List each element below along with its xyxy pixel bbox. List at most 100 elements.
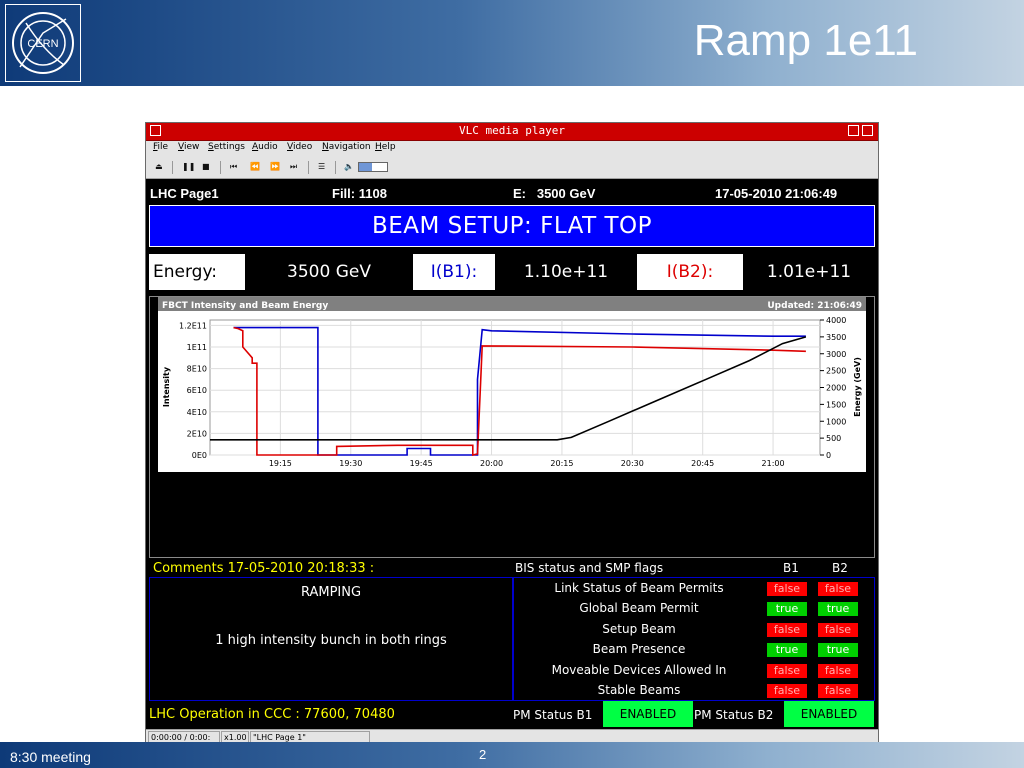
beam-mode-banner: BEAM SETUP: FLAT TOP bbox=[149, 205, 875, 247]
slide-header: CERN Ramp 1e11 bbox=[0, 0, 1024, 86]
skip-back-icon[interactable]: ⏮ bbox=[230, 162, 237, 172]
menu-video[interactable]: Video bbox=[287, 142, 312, 152]
page-number: 2 bbox=[479, 747, 487, 762]
menu-audio[interactable]: Audio bbox=[252, 142, 278, 152]
y2-axis-label: Energy (GeV) bbox=[853, 357, 862, 417]
y2-tick-label: 2000 bbox=[826, 384, 846, 393]
volume-slider[interactable] bbox=[358, 162, 388, 172]
flag-label: Setup Beam bbox=[602, 622, 676, 636]
y-tick-label: 2E10 bbox=[187, 429, 207, 438]
b1-header: B1 bbox=[783, 561, 799, 575]
flag-label: Link Status of Beam Permits bbox=[554, 581, 724, 595]
menu-file[interactable]: File bbox=[153, 142, 168, 152]
volume-icon[interactable]: 🔈 bbox=[344, 162, 354, 172]
y-axis-label: Intensity bbox=[162, 366, 171, 407]
energy-label: Energy: bbox=[149, 254, 245, 290]
ib1-label: I(B1): bbox=[413, 254, 495, 290]
menu-navigation[interactable]: Navigation bbox=[322, 142, 371, 152]
pm-b2-label: PM Status B2 bbox=[694, 708, 774, 722]
window-title: VLC media player bbox=[459, 124, 565, 137]
slide-title: Ramp 1e11 bbox=[693, 16, 918, 65]
flag-b1: true bbox=[767, 643, 807, 657]
toolbar: ⏏ ❚❚ ■ ⏮ ⏪ ⏩ ⏭ ☰ 🔈 bbox=[146, 157, 878, 179]
pm-b1-label: PM Status B1 bbox=[513, 708, 593, 722]
slide-footer: 8:30 meeting 2 bbox=[0, 742, 1024, 768]
comment-text: 1 high intensity bunch in both rings bbox=[215, 633, 447, 648]
beam-mode: BEAM SETUP: FLAT TOP bbox=[371, 213, 653, 239]
window-titlebar[interactable]: VLC media player bbox=[146, 123, 878, 141]
comments-box: RAMPING 1 high intensity bunch in both r… bbox=[149, 577, 513, 701]
bis-header: BIS status and SMP flags bbox=[515, 561, 664, 575]
date-time: 17-05-2010 21:06:49 bbox=[715, 186, 838, 201]
comments-header: Comments 17-05-2010 20:18:33 : bbox=[153, 561, 375, 576]
y-tick-label: 6E10 bbox=[187, 386, 207, 395]
toolbar-separator bbox=[335, 161, 336, 174]
y2-tick-label: 3000 bbox=[826, 350, 846, 359]
comment-status: RAMPING bbox=[300, 585, 362, 600]
x-tick-label: 20:30 bbox=[621, 459, 644, 468]
flag-b2: false bbox=[818, 664, 858, 678]
flag-label: Global Beam Permit bbox=[579, 601, 699, 615]
chart-title: FBCT Intensity and Beam Energy bbox=[162, 301, 328, 311]
volume-fill bbox=[359, 163, 372, 171]
menu-help[interactable]: Help bbox=[375, 142, 396, 152]
playlist-icon[interactable]: ☰ bbox=[318, 162, 325, 172]
ib1-value: 1.10e+11 bbox=[523, 262, 609, 282]
flag-b2: false bbox=[818, 684, 858, 698]
minimize-button[interactable] bbox=[848, 125, 859, 136]
flag-b2: false bbox=[818, 582, 858, 596]
skip-forward-icon[interactable]: ⏭ bbox=[290, 162, 297, 172]
y2-tick-label: 0 bbox=[826, 451, 831, 460]
flag-label: Moveable Devices Allowed In bbox=[551, 663, 727, 677]
y2-tick-label: 1000 bbox=[826, 417, 846, 426]
menu-settings[interactable]: Settings bbox=[208, 142, 245, 152]
flag-b2: true bbox=[818, 602, 858, 616]
y2-tick-label: 500 bbox=[826, 434, 841, 443]
stop-icon[interactable]: ■ bbox=[202, 162, 210, 172]
rewind-icon[interactable]: ⏪ bbox=[250, 162, 260, 172]
y2-tick-label: 1500 bbox=[826, 400, 846, 409]
fill-number: Fill: 1108 bbox=[332, 186, 387, 201]
toolbar-separator bbox=[220, 161, 221, 174]
plot-area bbox=[209, 319, 821, 456]
y-tick-label: 1.2E11 bbox=[179, 321, 207, 330]
flag-b1: false bbox=[767, 684, 807, 698]
y-tick-label: 0E0 bbox=[192, 451, 207, 460]
x-tick-label: 20:45 bbox=[691, 459, 714, 468]
x-tick-label: 19:30 bbox=[339, 459, 362, 468]
pm-b1-status: ENABLED bbox=[603, 701, 693, 727]
flag-b1: false bbox=[767, 582, 807, 596]
flag-label: Beam Presence bbox=[592, 642, 686, 656]
ib2-value: 1.01e+11 bbox=[766, 262, 852, 282]
vlc-window: VLC media player File View Settings Audi… bbox=[145, 122, 879, 746]
toolbar-separator bbox=[308, 161, 309, 174]
flag-b2: true bbox=[818, 643, 858, 657]
footer-meeting: 8:30 meeting bbox=[10, 749, 91, 765]
eject-icon[interactable]: ⏏ bbox=[155, 162, 163, 172]
y-tick-label: 4E10 bbox=[187, 408, 207, 417]
beam-energy-header: E: 3500 GeV bbox=[513, 186, 596, 201]
menu-bar: File View Settings Audio Video Navigatio… bbox=[146, 141, 878, 157]
energy-value: 3500 GeV bbox=[287, 262, 371, 282]
x-tick-label: 19:15 bbox=[269, 459, 292, 468]
flag-b1: false bbox=[767, 623, 807, 637]
flag-label: Stable Beams bbox=[597, 683, 681, 697]
x-tick-label: 21:00 bbox=[762, 459, 785, 468]
fast-forward-icon[interactable]: ⏩ bbox=[270, 162, 280, 172]
x-tick-label: 20:15 bbox=[550, 459, 573, 468]
menu-view[interactable]: View bbox=[178, 142, 199, 152]
pause-icon[interactable]: ❚❚ bbox=[182, 162, 195, 172]
video-area: LHC Page1 Fill: 1108 E: 3500 GeV 17-05-2… bbox=[146, 179, 878, 729]
chart-panel: FBCT Intensity and Beam Energy Updated: … bbox=[149, 296, 875, 558]
flag-b1: false bbox=[767, 664, 807, 678]
x-tick-label: 19:45 bbox=[410, 459, 433, 468]
toolbar-separator bbox=[172, 161, 173, 174]
logo-text: CERN bbox=[27, 38, 58, 50]
pm-b2-status: ENABLED bbox=[784, 701, 874, 727]
b2-header: B2 bbox=[832, 561, 848, 575]
y-tick-label: 8E10 bbox=[187, 365, 207, 374]
close-button[interactable] bbox=[862, 125, 873, 136]
flag-b1: true bbox=[767, 602, 807, 616]
x-tick-label: 20:00 bbox=[480, 459, 503, 468]
ops-line: LHC Operation in CCC : 77600, 70480 bbox=[149, 707, 395, 722]
